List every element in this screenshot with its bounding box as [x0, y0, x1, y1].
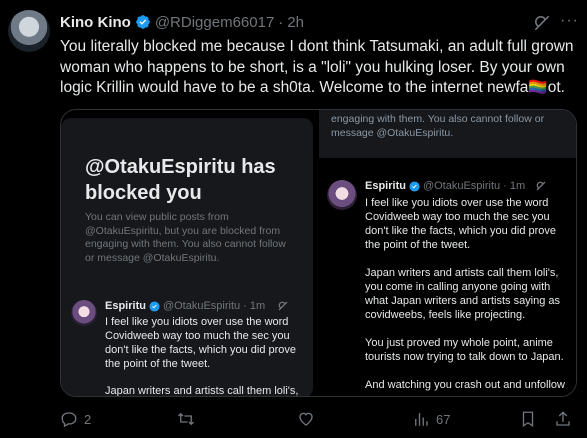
quoted-time: 1m [509, 180, 526, 192]
quoted-header: Espiritu @OtakuEspiritu · 1m [105, 300, 265, 312]
share-icon [556, 411, 570, 426]
tweet-text: You literally blocked me because I dont … [60, 38, 574, 96]
more-options-icon[interactable]: ··· [560, 12, 579, 30]
like-button[interactable] [297, 410, 315, 428]
author-name[interactable]: Kino Kino [60, 14, 131, 31]
quoted-name: Espiritu [365, 180, 406, 192]
quoted-text: I feel like you idiots over use the word… [105, 316, 297, 370]
reply-button[interactable]: 2 [60, 410, 91, 428]
quoted-paragraph: I feel like you idiots over use the word… [365, 197, 557, 251]
blocked-card-fragment: engaging with them. You also cannot foll… [319, 110, 576, 158]
media-left-image: @OtakuEspiritu has blocked you You can v… [61, 110, 319, 397]
verified-badge-icon [409, 180, 420, 192]
bookmark-button[interactable] [519, 410, 537, 428]
separator-dot: · [243, 300, 247, 312]
timestamp[interactable]: 2h [287, 14, 304, 31]
separator-dot: · [503, 180, 507, 192]
media-right-image: engaging with them. You also cannot foll… [319, 110, 576, 396]
separator-dot: · [278, 13, 284, 31]
tweet-header: Kino Kino @RDiggem66017 · 2h [60, 12, 304, 32]
quoted-paragraph: And watching you crash out and unfollow [365, 379, 565, 391]
bookmark-icon [522, 411, 534, 428]
author-avatar[interactable] [8, 10, 50, 52]
heart-icon [299, 412, 313, 426]
quoted-handle: @OtakuEspiritu [422, 180, 501, 192]
views-count: 67 [436, 411, 451, 427]
blocked-body: You can view public posts from @OtakuEsp… [85, 211, 286, 264]
grok-icon [536, 181, 546, 191]
quoted-handle: @OtakuEspiritu [162, 300, 241, 312]
repost-icon [178, 412, 194, 426]
verified-badge-icon [149, 300, 160, 312]
grok-icon[interactable] [532, 13, 552, 33]
views-icon [415, 413, 428, 426]
quoted-time: 1m [249, 300, 266, 312]
verified-badge-icon [135, 15, 150, 29]
blocked-body-fragment: engaging with them. You also cannot foll… [331, 113, 545, 139]
quoted-avatar [71, 300, 97, 326]
share-button[interactable] [554, 410, 572, 428]
tweet-media[interactable]: @OtakuEspiritu has blocked you You can v… [60, 109, 577, 397]
author-handle[interactable]: @RDiggem66017 [155, 14, 274, 31]
quoted-paragraph: You just proved my whole point, anime to… [365, 337, 564, 363]
grok-icon [278, 301, 288, 311]
repost-button[interactable] [177, 410, 195, 428]
reply-count: 2 [84, 411, 92, 427]
quoted-avatar [327, 180, 357, 210]
quoted-name: Espiritu [105, 300, 146, 312]
quoted-text: Japan writers and artists call them loli… [105, 385, 299, 397]
action-bar: 2 67 [60, 410, 577, 432]
blocked-title: @OtakuEspiritu has blocked you [85, 156, 276, 204]
reply-icon [61, 412, 77, 428]
quoted-header: Espiritu @OtakuEspiritu · 1m [365, 180, 525, 192]
quoted-paragraph: Japan writers and artists call them loli… [365, 267, 561, 321]
views-button[interactable]: 67 [412, 410, 450, 428]
